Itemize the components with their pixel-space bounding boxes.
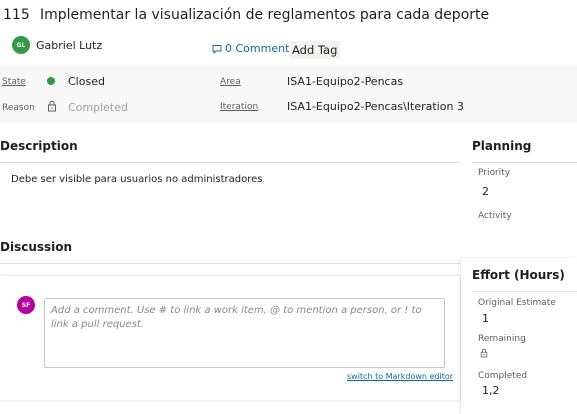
original-estimate-label: Original Estimate (478, 298, 556, 308)
lock-icon (48, 100, 56, 112)
state-field[interactable]: Closed (68, 75, 105, 88)
comment-icon (212, 44, 222, 54)
priority-field[interactable]: 2 (482, 185, 489, 198)
completed-label: Completed (478, 371, 528, 381)
description-body[interactable]: Debe ser visible para usuarios no admini… (11, 174, 262, 185)
effort-heading[interactable]: Effort (Hours) (472, 268, 565, 282)
comment-placeholder: Add a comment. Use # to link a work item… (51, 305, 422, 330)
discussion-heading[interactable]: Discussion (0, 240, 72, 254)
switch-markdown-link[interactable]: switch to Markdown editor (347, 372, 453, 381)
planning-heading[interactable]: Planning (472, 139, 531, 153)
fields-band (0, 65, 577, 123)
reason-field: Completed (68, 101, 128, 114)
description-heading[interactable]: Description (0, 139, 78, 153)
comments-link[interactable]: 0 Comments (212, 42, 295, 55)
lock-icon (480, 348, 488, 358)
effort-divider (472, 291, 577, 292)
activity-label: Activity (478, 211, 512, 221)
owner-avatar[interactable]: GL (12, 36, 30, 54)
description-divider (0, 162, 460, 163)
discussion-divider (0, 263, 460, 264)
priority-label: Priority (478, 168, 511, 178)
area-field[interactable]: ISA1-Equipo2-Pencas (287, 75, 403, 88)
comment-input[interactable]: Add a comment. Use # to link a work item… (44, 298, 445, 368)
work-item-id: 115 (3, 7, 30, 23)
commenter-avatar: SF (17, 296, 35, 314)
iteration-label: Iteration (220, 102, 259, 112)
iteration-field[interactable]: ISA1-Equipo2-Pencas\Iteration 3 (287, 100, 464, 113)
state-indicator-dot (47, 77, 55, 85)
area-label: Area (220, 77, 241, 87)
add-tag-button[interactable]: Add Tag (289, 41, 341, 59)
work-item-title[interactable]: Implementar la visualización de reglamen… (40, 7, 489, 23)
comments-link-label: 0 Comments (225, 42, 296, 55)
state-label: State (2, 77, 26, 87)
original-estimate-field[interactable]: 1 (482, 312, 489, 325)
remaining-label: Remaining (478, 334, 526, 344)
reason-label: Reason (2, 103, 35, 113)
planning-divider (472, 162, 577, 163)
owner-name[interactable]: Gabriel Lutz (36, 39, 102, 52)
completed-field[interactable]: 1,2 (482, 384, 500, 397)
